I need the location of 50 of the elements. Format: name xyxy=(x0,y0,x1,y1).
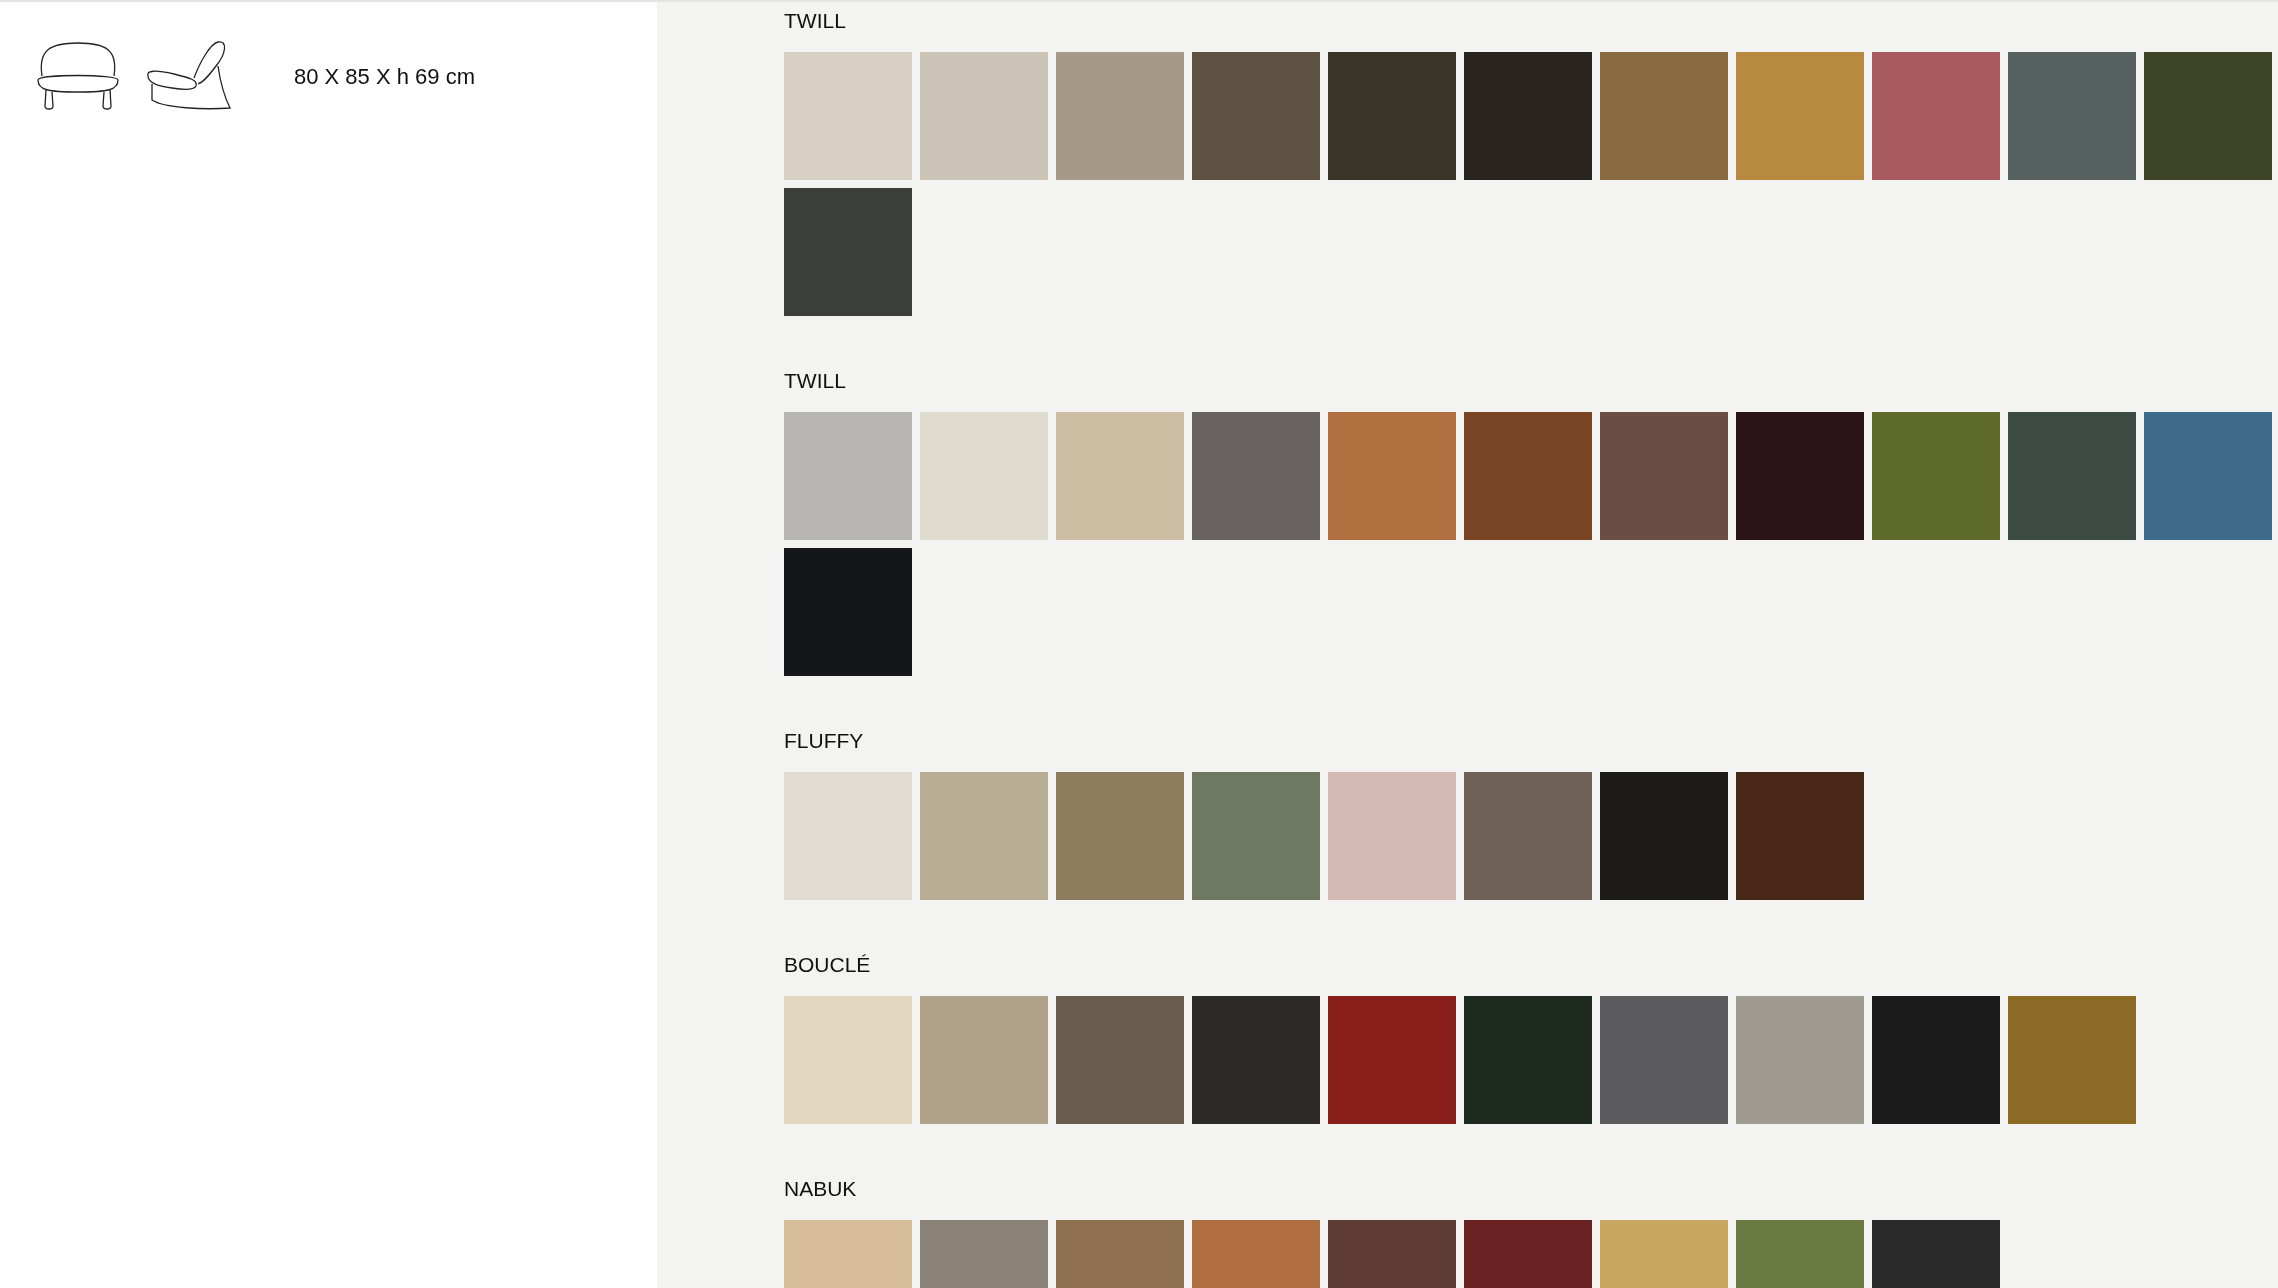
fabric-swatch[interactable] xyxy=(1056,772,1184,900)
fabric-swatch[interactable] xyxy=(1056,996,1184,1124)
fabric-swatch[interactable] xyxy=(1328,52,1456,180)
fabric-swatch[interactable] xyxy=(1736,772,1864,900)
fabric-swatch[interactable] xyxy=(1464,772,1592,900)
fabric-swatch[interactable] xyxy=(920,996,1048,1124)
fabric-swatch[interactable] xyxy=(1600,772,1728,900)
section-title: BOUCLÉ xyxy=(784,952,872,978)
fabric-swatch[interactable] xyxy=(920,772,1048,900)
fabric-swatch[interactable] xyxy=(1192,996,1320,1124)
fabric-swatch[interactable] xyxy=(2008,996,2136,1124)
fabric-swatch[interactable] xyxy=(1872,412,2000,540)
fabric-swatch[interactable] xyxy=(2144,52,2272,180)
fabric-swatch[interactable] xyxy=(1464,996,1592,1124)
armchair-side-icon xyxy=(144,40,234,112)
fabric-swatch[interactable] xyxy=(2008,412,2136,540)
fabric-swatch[interactable] xyxy=(1464,412,1592,540)
fabric-swatch[interactable] xyxy=(1056,52,1184,180)
fabric-swatch[interactable] xyxy=(1056,412,1184,540)
fabric-swatch[interactable] xyxy=(784,412,912,540)
fabric-swatch[interactable] xyxy=(2144,412,2272,540)
fabric-swatch[interactable] xyxy=(1192,412,1320,540)
dimensions-text: 80 X 85 X h 69 cm xyxy=(294,62,475,91)
fabric-swatch[interactable] xyxy=(920,52,1048,180)
section-title: TWILL xyxy=(784,368,847,394)
fabric-swatch[interactable] xyxy=(1328,412,1456,540)
fabric-swatch[interactable] xyxy=(2008,52,2136,180)
fabric-swatch[interactable] xyxy=(1600,996,1728,1124)
section-title: FLUFFY xyxy=(784,728,865,754)
fabric-swatch[interactable] xyxy=(1464,52,1592,180)
fabric-swatch[interactable] xyxy=(1192,52,1320,180)
fabric-swatch[interactable] xyxy=(1872,996,2000,1124)
fabric-swatch[interactable] xyxy=(1328,996,1456,1124)
armchair-front-icon xyxy=(36,40,120,112)
fabric-swatch[interactable] xyxy=(1736,996,1864,1124)
section-title: TWILL xyxy=(784,8,847,34)
fabric-swatch[interactable] xyxy=(1600,52,1728,180)
fabric-swatch[interactable] xyxy=(1600,412,1728,540)
fabric-swatch[interactable] xyxy=(784,996,912,1124)
fabric-swatch[interactable] xyxy=(1736,412,1864,540)
fabric-swatch[interactable] xyxy=(784,188,912,316)
fabric-swatch[interactable] xyxy=(784,548,912,676)
section-title: NABUK xyxy=(784,1176,858,1202)
fabric-swatch[interactable] xyxy=(784,52,912,180)
fabric-swatch[interactable] xyxy=(920,412,1048,540)
fabric-swatch[interactable] xyxy=(784,772,912,900)
fabric-swatch[interactable] xyxy=(1872,52,2000,180)
fabric-swatch[interactable] xyxy=(1736,52,1864,180)
fabric-swatch[interactable] xyxy=(1328,772,1456,900)
fabric-swatch[interactable] xyxy=(1192,772,1320,900)
